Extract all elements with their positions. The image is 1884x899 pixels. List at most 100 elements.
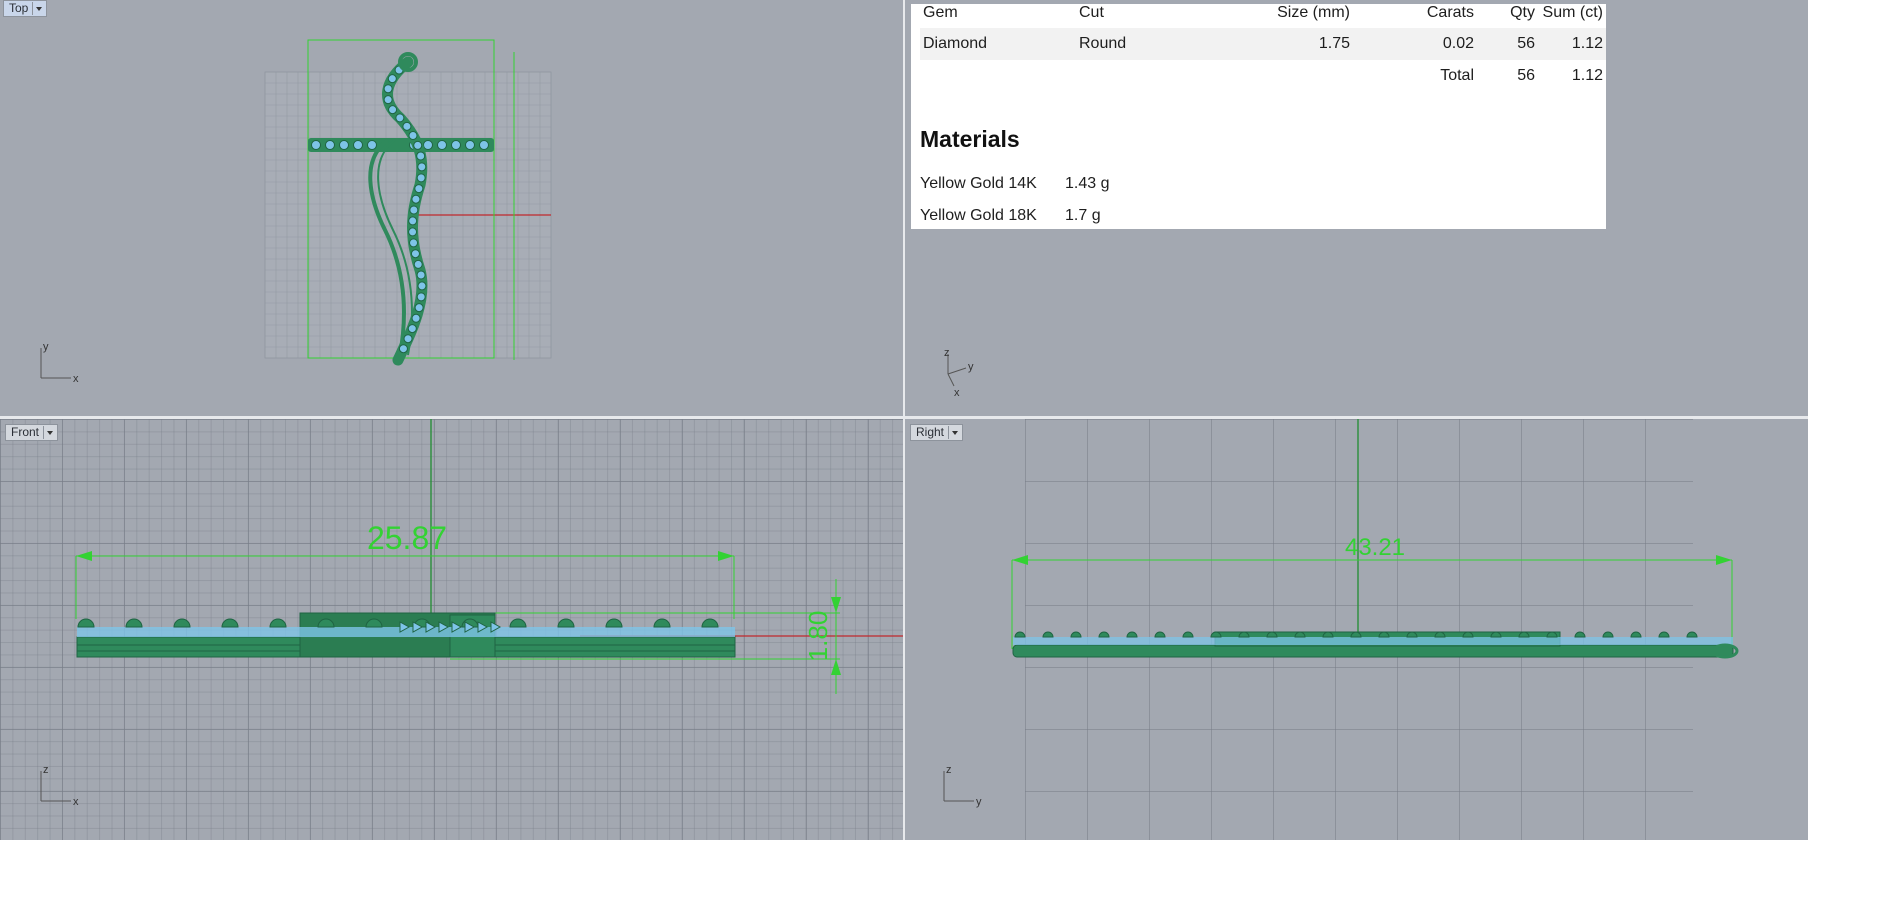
- gem-stone: [413, 259, 423, 269]
- header-carats: Carats: [1426, 4, 1474, 21]
- axis-z-label: z: [946, 764, 952, 776]
- material-row: Yellow Gold 18K 1.7 g: [920, 207, 1101, 225]
- gem-stone: [325, 140, 335, 150]
- gem-stone: [437, 140, 447, 150]
- gem-stone: [387, 74, 397, 84]
- prong: [173, 618, 191, 628]
- right-prongs: [1014, 631, 1698, 638]
- viewport-front-tab[interactable]: Front: [5, 424, 59, 441]
- prong: [125, 618, 143, 628]
- gem-stone: [402, 121, 412, 131]
- gem-stone: [479, 140, 489, 150]
- cell-qty: 56: [1477, 28, 1538, 60]
- header-sum: Sum (ct): [1542, 4, 1603, 21]
- gem-stone: [388, 105, 398, 115]
- axis-z-label: z: [43, 764, 49, 776]
- gem-stone: [408, 130, 418, 140]
- axis-icon-perspective: z y x: [944, 348, 974, 398]
- gem-table: Gem Cut Size (mm) Carats Qty Sum (ct) Di…: [920, 4, 1606, 92]
- axis-z-label: z: [944, 348, 950, 359]
- gem-stone: [417, 162, 427, 172]
- axis-x-label: x: [73, 796, 79, 808]
- material-row: Yellow Gold 14K 1.43 g: [920, 175, 1109, 193]
- axis-x-label: x: [73, 373, 79, 385]
- axis-icon-top: y x: [40, 341, 79, 385]
- viewport-right-tab[interactable]: Right: [910, 424, 964, 441]
- viewport-divider-vertical[interactable]: [903, 0, 905, 840]
- prong: [701, 618, 719, 628]
- viewport-right-menu-icon[interactable]: [948, 426, 960, 439]
- header-qty: Qty: [1510, 4, 1535, 21]
- cell-size: 1.75: [1202, 28, 1353, 60]
- prong: [557, 618, 575, 628]
- gem-stone: [339, 140, 349, 150]
- gem-stone: [411, 313, 421, 323]
- axis-y-label: y: [976, 796, 982, 808]
- cell-gem: Diamond: [920, 28, 1076, 60]
- viewport-top-tab[interactable]: Top: [3, 0, 48, 17]
- viewport-divider-horizontal[interactable]: [0, 416, 1808, 419]
- gem-stone: [407, 324, 417, 334]
- gem-stone: [416, 292, 426, 302]
- dim-arrow-right: [718, 551, 734, 561]
- material-weight: 1.43 g: [1065, 175, 1110, 192]
- material-name: Yellow Gold 14K: [920, 175, 1037, 192]
- gem-stone: [408, 216, 418, 226]
- right-band: [1012, 644, 1734, 658]
- right-gem-row: [1013, 637, 1733, 645]
- viewport-top[interactable]: Top y x: [0, 0, 903, 416]
- header-cut: Cut: [1079, 4, 1104, 21]
- gem-stone: [411, 194, 421, 204]
- prong: [1042, 631, 1054, 638]
- material-weight: 1.7 g: [1065, 207, 1101, 224]
- table-row: Diamond Round 1.75 0.02 56 1.12: [920, 28, 1606, 60]
- gem-stone: [311, 140, 321, 150]
- axis-icon-front: z x: [40, 764, 79, 808]
- height-dim-label: 1.80: [803, 611, 833, 662]
- prong: [509, 618, 527, 628]
- viewport-front[interactable]: Front 25.87 1.80 z x: [0, 419, 903, 840]
- cell-sum: 1.12: [1538, 28, 1606, 60]
- dim-arrow-left: [1012, 555, 1028, 565]
- gem-report-panel: Gem Cut Size (mm) Carats Qty Sum (ct) Di…: [911, 4, 1606, 229]
- gem-stone: [414, 303, 424, 313]
- dim-arrow-left: [76, 551, 92, 561]
- viewport-top-menu-icon[interactable]: [32, 2, 44, 15]
- gem-stone: [451, 140, 461, 150]
- gem-stone: [403, 334, 413, 344]
- axis-icon-right: z y: [943, 764, 982, 808]
- axis-x-label: x: [954, 387, 960, 398]
- front-view-drawing: 25.87 1.80: [75, 419, 903, 694]
- total-sum: 1.12: [1571, 67, 1603, 84]
- gem-stone: [465, 140, 475, 150]
- prong: [1070, 631, 1082, 638]
- header-size: Size (mm): [1277, 4, 1350, 21]
- prong: [77, 618, 95, 628]
- gem-stone: [395, 113, 405, 123]
- axis-y-label: y: [43, 341, 49, 353]
- prong: [1014, 631, 1026, 638]
- height-arrow-top: [831, 597, 841, 613]
- gem-stone: [409, 205, 419, 215]
- viewport-front-menu-icon[interactable]: [43, 426, 55, 439]
- prong: [1602, 631, 1614, 638]
- axis-y-label: y: [968, 361, 974, 373]
- prong: [1182, 631, 1194, 638]
- gem-stone: [416, 151, 426, 161]
- prong: [605, 618, 623, 628]
- top-view-drawing: [264, 39, 552, 366]
- viewport-top-label: Top: [9, 1, 29, 15]
- viewport-right[interactable]: Right 43.21 z y: [905, 419, 1808, 840]
- prong: [1630, 631, 1642, 638]
- right-view-drawing: 43.21: [1011, 419, 1739, 659]
- prong: [1098, 631, 1110, 638]
- gem-stone: [416, 173, 426, 183]
- total-row: Total 56 1.12: [920, 60, 1606, 92]
- prong: [269, 618, 287, 628]
- prong: [653, 618, 671, 628]
- prong: [1154, 631, 1166, 638]
- viewport-right-label: Right: [916, 425, 945, 439]
- gem-stone: [410, 249, 420, 259]
- gem-stone: [353, 140, 363, 150]
- prong: [221, 618, 239, 628]
